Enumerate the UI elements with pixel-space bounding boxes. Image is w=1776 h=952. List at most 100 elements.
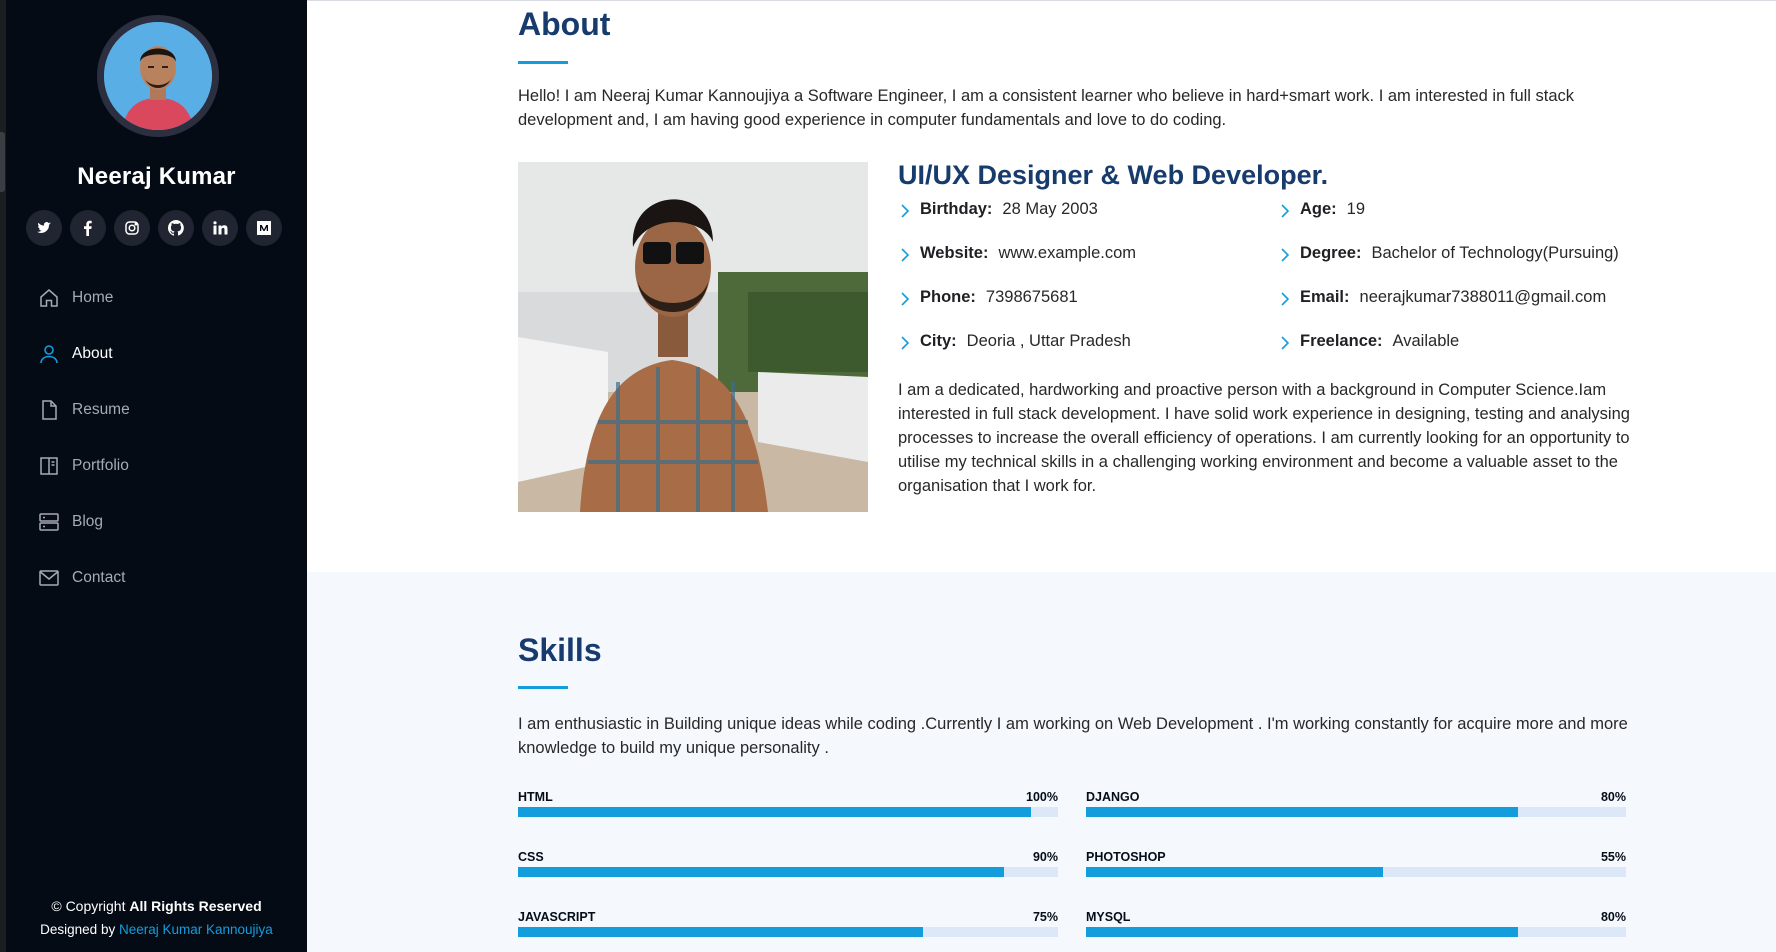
skill-name: DJANGO [1086,790,1140,804]
skill-percent: 100% [1026,790,1058,804]
person-icon [38,343,60,365]
skills-title-underline [518,686,568,689]
profile-name: Neeraj Kumar [77,163,236,190]
info-value: Bachelor of Technology(Pursuing) [1371,244,1619,262]
info-list-left: Birthday: 28 May 2003 Website: www.examp… [898,200,1228,376]
social-links [26,210,282,246]
about-description: I am a dedicated, hardworking and proact… [898,381,1630,495]
skill-name: MYSQL [1086,910,1131,924]
home-icon [38,287,60,309]
nav-item-contact[interactable]: Contact [6,550,307,606]
info-key: Phone: [920,288,976,306]
skill-progress-track [518,927,1058,937]
skill-photoshop: PHOTOSHOP 55% [1086,850,1626,894]
info-list-right: Age: 19 Degree: Bachelor of Technology(P… [1278,200,1698,376]
skills-intro: I am enthusiastic in Building unique ide… [518,715,1628,757]
nav-item-about[interactable]: About [6,326,307,382]
skill-percent: 75% [1032,910,1058,924]
chevron-right-icon [1278,335,1292,351]
skill-name: HTML [518,790,553,804]
github-icon[interactable] [158,210,194,246]
info-item: Age: 19 [1278,200,1698,244]
sidebar-footer: © Copyright All Rights Reserved Designed… [6,894,307,942]
copyright-prefix: © Copyright [51,898,126,914]
info-item: Birthday: 28 May 2003 [898,200,1228,244]
nav-label-resume: Resume [72,401,130,418]
skill-css: CSS 90% [518,850,1058,894]
skill-name: JAVASCRIPT [518,910,596,924]
skill-progress-fill [1086,867,1383,877]
nav-item-blog[interactable]: Blog [6,494,307,550]
nav-item-portfolio[interactable]: Portfolio [6,438,307,494]
skill-percent: 80% [1600,790,1626,804]
skill-django: DJANGO 80% [1086,790,1626,834]
skill-percent: 90% [1032,850,1058,864]
designed-by-line: Designed by Neeraj Kumar Kannoujiya [6,918,307,942]
chevron-right-icon [1278,203,1292,219]
info-item: Phone: 7398675681 [898,288,1228,332]
medium-icon[interactable] [246,210,282,246]
skill-progress-track [518,867,1058,877]
skill-html: HTML 100% [518,790,1058,834]
top-divider [307,0,1776,1]
info-value: Deoria , Uttar Pradesh [966,332,1131,350]
copyright-bold: All Rights Reserved [129,898,262,914]
skill-name: CSS [518,850,544,864]
nav-label-blog: Blog [72,513,104,530]
info-key: Age: [1300,200,1337,218]
info-item: Degree: Bachelor of Technology(Pursuing) [1278,244,1698,288]
sidebar: Neeraj Kumar Home About Resume Portfolio… [0,0,307,952]
chevron-right-icon [898,335,912,351]
info-item: Freelance: Available [1278,332,1698,376]
chevron-right-icon [898,247,912,263]
instagram-icon[interactable] [114,210,150,246]
facebook-icon[interactable] [70,210,106,246]
info-item: City: Deoria , Uttar Pradesh [898,332,1228,376]
info-value: Available [1392,332,1460,350]
info-value: 19 [1346,200,1366,218]
info-value: 7398675681 [985,288,1078,306]
server-icon [38,511,60,533]
nav-label-home: Home [72,289,114,306]
twitter-icon[interactable] [26,210,62,246]
skill-name: PHOTOSHOP [1086,850,1166,864]
nav-label-contact: Contact [72,569,126,586]
nav-item-home[interactable]: Home [6,270,307,326]
skills-title: Skills [518,632,602,668]
info-value: 28 May 2003 [1002,200,1098,218]
skill-progress-track [518,807,1058,817]
envelope-icon [38,567,60,589]
info-key: Freelance: [1300,332,1383,350]
info-value: www.example.com [998,244,1137,262]
info-item: Website: www.example.com [898,244,1228,288]
chevron-right-icon [898,291,912,307]
skill-percent: 80% [1600,910,1626,924]
skill-progress-fill [518,867,1004,877]
skill-progress-track [1086,927,1626,937]
chevron-right-icon [1278,247,1292,263]
copyright-line: © Copyright All Rights Reserved [6,894,307,918]
about-title: About [518,6,611,42]
about-intro: Hello! I am Neeraj Kumar Kannoujiya a So… [518,87,1575,129]
skill-progress-fill [1086,927,1518,937]
info-key: Email: [1300,288,1350,306]
skill-progress-fill [518,927,923,937]
avatar [97,15,219,137]
nav-label-about: About [72,345,113,362]
skill-progress-fill [1086,807,1518,817]
linkedin-icon[interactable] [202,210,238,246]
about-photo [518,162,868,512]
skills-section [307,572,1776,952]
nav-item-resume[interactable]: Resume [6,382,307,438]
info-key: Birthday: [920,200,993,218]
skill-progress-track [1086,867,1626,877]
skill-progress-fill [518,807,1031,817]
chevron-right-icon [898,203,912,219]
nav-label-portfolio: Portfolio [72,457,129,474]
about-title-underline [518,61,568,64]
info-key: Degree: [1300,244,1362,262]
file-icon [38,399,60,421]
designer-link[interactable]: Neeraj Kumar Kannoujiya [119,922,273,937]
role-title: UI/UX Designer & Web Developer. [898,160,1329,190]
window-edge-handle [0,132,5,192]
